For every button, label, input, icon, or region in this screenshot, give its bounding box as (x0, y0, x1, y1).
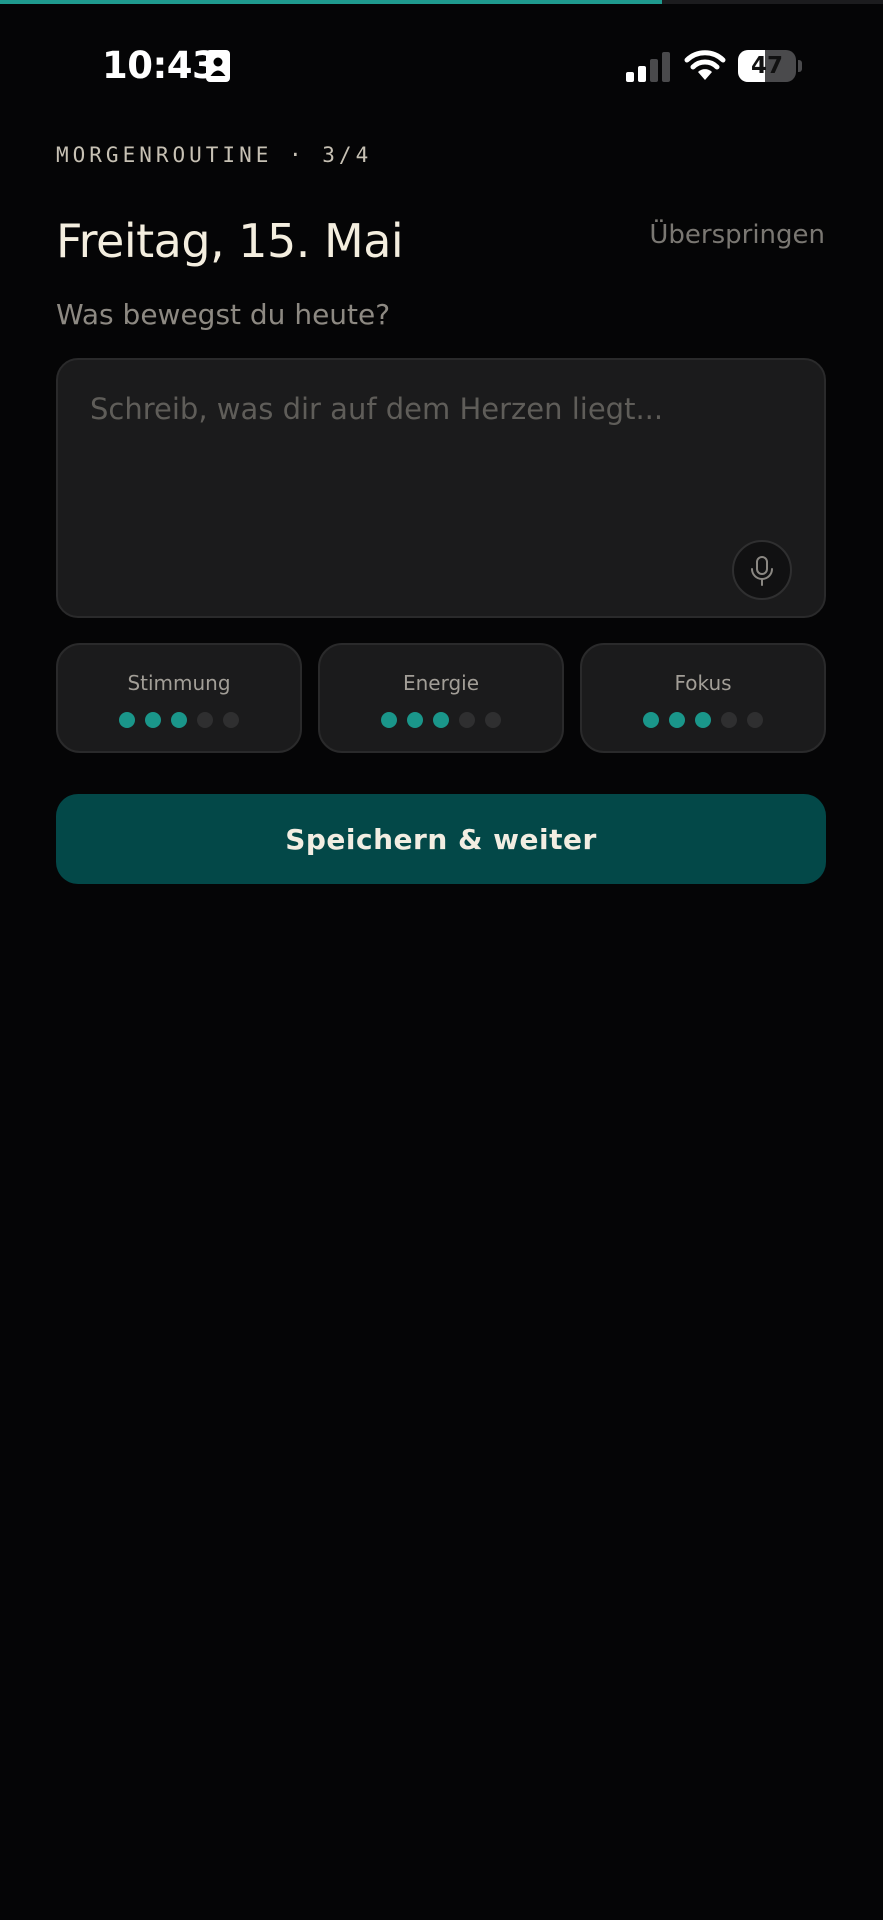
battery-percentage: 47 (750, 53, 783, 79)
battery-icon: 47 (738, 50, 802, 82)
rating-dot[interactable] (119, 712, 135, 728)
metric-card-stimmung[interactable]: Stimmung (56, 643, 302, 753)
metric-label: Fokus (674, 671, 732, 695)
rating-dot[interactable] (433, 712, 449, 728)
routine-step-label: MORGENROUTINE · 3/4 (56, 143, 373, 167)
metric-label: Stimmung (127, 671, 231, 695)
metric-label: Energie (402, 671, 480, 695)
voice-input-button[interactable] (732, 540, 792, 600)
rating-dot[interactable] (197, 712, 213, 728)
cellular-signal-icon (626, 52, 670, 82)
status-bar: 10:43 47 (0, 4, 883, 124)
metric-card-energie[interactable]: Energie (318, 643, 564, 753)
battery-cap (798, 60, 802, 72)
journal-entry-box (56, 358, 826, 618)
metric-rating (320, 712, 562, 728)
metric-rating (582, 712, 824, 728)
rating-dot[interactable] (485, 712, 501, 728)
page-title: Freitag, 15. Mai (56, 214, 404, 268)
battery-body: 47 (738, 50, 796, 82)
contact-card-icon (206, 50, 230, 82)
rating-dot[interactable] (381, 712, 397, 728)
rating-dot[interactable] (223, 712, 239, 728)
rating-dot[interactable] (643, 712, 659, 728)
rating-dot[interactable] (747, 712, 763, 728)
rating-dot[interactable] (459, 712, 475, 728)
rating-dot[interactable] (171, 712, 187, 728)
microphone-icon (751, 556, 773, 586)
rating-dot[interactable] (695, 712, 711, 728)
rating-dot[interactable] (669, 712, 685, 728)
rating-dot[interactable] (407, 712, 423, 728)
journal-prompt: Was bewegst du heute? (56, 298, 391, 331)
rating-dot[interactable] (145, 712, 161, 728)
wifi-icon (684, 50, 726, 80)
metric-card-fokus[interactable]: Fokus (580, 643, 826, 753)
status-time: 10:43 (102, 44, 218, 87)
save-continue-button[interactable]: Speichern & weiter (56, 794, 826, 884)
skip-button[interactable]: Überspringen (649, 220, 825, 250)
journal-input[interactable] (90, 392, 780, 542)
metric-rating (58, 712, 300, 728)
rating-dot[interactable] (721, 712, 737, 728)
